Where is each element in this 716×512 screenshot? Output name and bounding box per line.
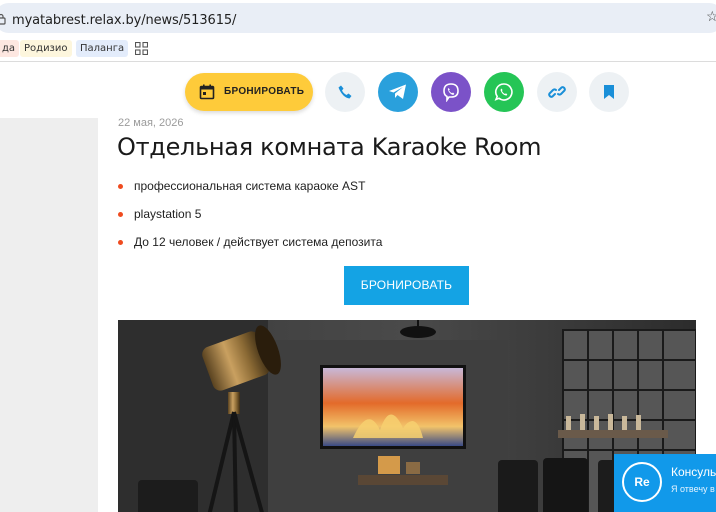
- feature-item: playstation 5: [118, 206, 382, 234]
- link-icon: [548, 86, 566, 98]
- publish-date: 22 мая, 2026: [118, 117, 184, 129]
- feature-item: До 12 человек / действует система депози…: [118, 234, 382, 262]
- bullet-dot: [118, 212, 123, 217]
- chat-subtitle: Я отвечу в: [671, 484, 715, 494]
- browser-address-bar: myatabrest.relax.by/news/513615/ ☆: [0, 0, 716, 36]
- bookmarks-bar: да Родизио Паланга: [0, 36, 716, 62]
- bullet-dot: [118, 184, 123, 189]
- feature-item: профессиональная система караоке AST: [118, 178, 382, 206]
- telegram-icon: [389, 84, 406, 99]
- chat-widget[interactable]: Re Консуль Я отвечу в: [614, 454, 716, 512]
- calendar-icon: [199, 84, 215, 100]
- book-button-label: БРОНИРОВАТЬ: [224, 86, 305, 97]
- bullet-dot: [118, 240, 123, 245]
- page-content: БРОНИРОВАТЬ 22 мая, 2026 Отдельная комна…: [0, 62, 716, 512]
- article-title: Отдельная комната Karaoke Room: [117, 133, 542, 161]
- phone-icon: [338, 85, 352, 99]
- bookmark-item[interactable]: да: [0, 40, 20, 57]
- viber-icon: [443, 83, 459, 102]
- feature-text: До 12 человек / действует система депози…: [134, 235, 383, 249]
- url-text[interactable]: myatabrest.relax.by/news/513615/: [12, 13, 236, 28]
- feature-text: профессиональная система караоке AST: [134, 179, 366, 193]
- chat-title: Консуль: [671, 465, 716, 479]
- bookmark-item[interactable]: Родизио: [20, 40, 72, 57]
- action-bar: БРОНИРОВАТЬ: [185, 72, 629, 112]
- left-gutter: [0, 118, 98, 512]
- karaoke-room-photo: [118, 320, 696, 512]
- telegram-button[interactable]: [378, 72, 418, 112]
- share-link-button[interactable]: [537, 72, 577, 112]
- apps-grid-icon[interactable]: [135, 42, 148, 55]
- viber-button[interactable]: [431, 72, 471, 112]
- site-info-icon[interactable]: [0, 13, 6, 25]
- feature-text: playstation 5: [134, 207, 202, 221]
- save-bookmark-button[interactable]: [589, 72, 629, 112]
- bookmark-item[interactable]: Паланга: [76, 40, 129, 57]
- phone-button[interactable]: [325, 72, 365, 112]
- bookmark-icon: [604, 85, 614, 99]
- book-cta-button[interactable]: БРОНИРОВАТЬ: [344, 266, 469, 305]
- bookmark-star-icon[interactable]: ☆: [706, 8, 716, 25]
- url-field[interactable]: myatabrest.relax.by/news/513615/: [0, 3, 716, 33]
- whatsapp-icon: [494, 83, 513, 101]
- chat-avatar: Re: [622, 462, 662, 502]
- book-button[interactable]: БРОНИРОВАТЬ: [185, 73, 313, 111]
- feature-list: профессиональная система караоке AST pla…: [118, 178, 382, 262]
- whatsapp-button[interactable]: [484, 72, 524, 112]
